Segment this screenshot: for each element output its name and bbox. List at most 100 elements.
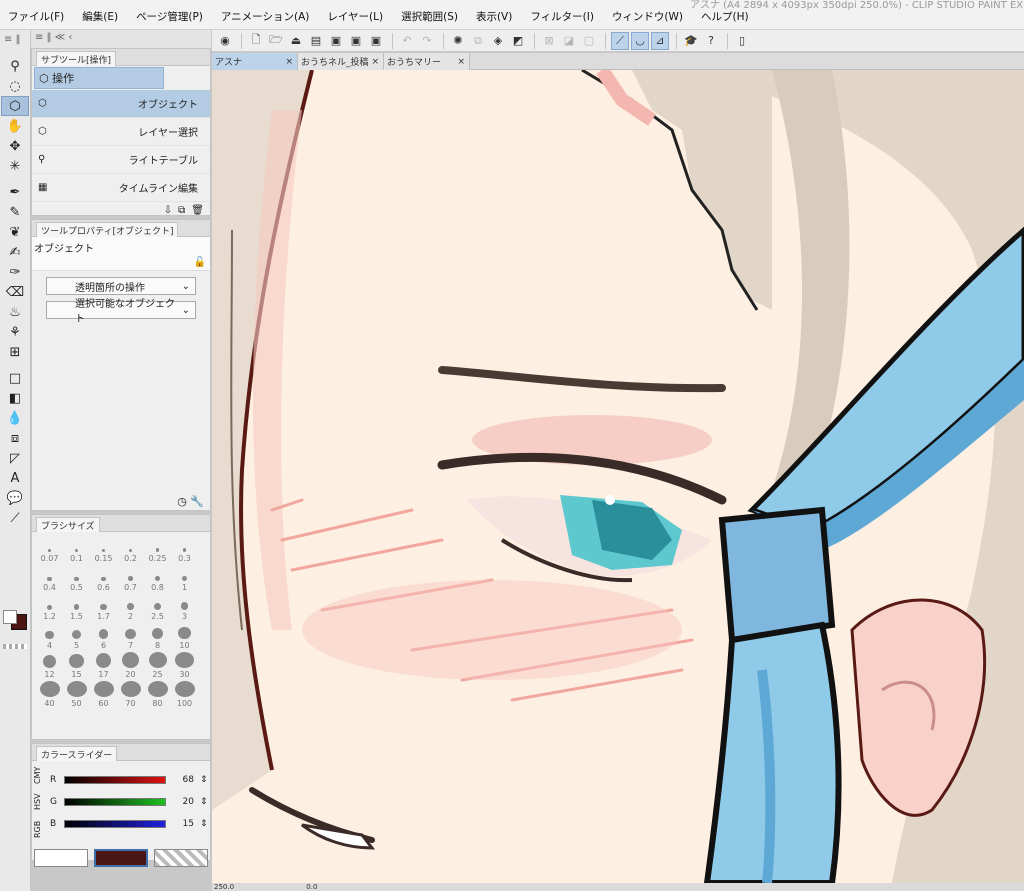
subtool-item-timeline-edit[interactable]: ▦ タイムライン編集 xyxy=(32,174,210,202)
redo-icon[interactable]: ↷ xyxy=(418,32,436,50)
hand-tool-icon[interactable]: ✋ xyxy=(1,116,29,136)
subtool-group[interactable]: ⬡ 操作 xyxy=(32,66,210,90)
brush-size-cell[interactable]: 8 xyxy=(144,623,171,650)
brush-size-cell[interactable]: 2 xyxy=(117,594,144,621)
brush-size-cell[interactable]: 40 xyxy=(36,681,63,708)
export-psd-icon[interactable]: ▣ xyxy=(367,32,385,50)
tab-brush-size[interactable]: ブラシサイズ xyxy=(36,516,100,532)
brush-size-cell[interactable]: 60 xyxy=(90,681,117,708)
brush-size-cell[interactable]: 0.25 xyxy=(144,536,171,563)
fill-tool-icon[interactable]: 💧 xyxy=(1,408,29,428)
mode-hsv[interactable]: HSV xyxy=(32,794,44,811)
transform-icon[interactable]: ⧉ xyxy=(469,32,487,50)
marker-tool-icon[interactable]: ✑ xyxy=(1,262,29,282)
brush-size-cell[interactable]: 0.2 xyxy=(117,536,144,563)
slider-g-track[interactable] xyxy=(64,798,166,806)
menu-help[interactable]: ヘルプ(H) xyxy=(701,9,749,24)
brush-size-cell[interactable]: 17 xyxy=(90,652,117,679)
snap-special-ruler-icon[interactable]: ◡ xyxy=(631,31,649,50)
doc-tab-neru[interactable]: おうちネル_投稿 × xyxy=(298,53,384,70)
undo-icon[interactable]: ↶ xyxy=(398,32,416,50)
brush-size-cell[interactable]: 25 xyxy=(144,652,171,679)
export-png-icon[interactable]: ▣ xyxy=(327,32,345,50)
tab-tool-property[interactable]: ツールプロパティ[オブジェクト] xyxy=(36,221,179,237)
brush-size-cell[interactable]: 20 xyxy=(117,652,144,679)
slider-r[interactable]: R 68 ⇕ xyxy=(44,769,208,791)
import-icon[interactable]: ⇩ xyxy=(164,205,172,216)
brush-size-cell[interactable]: 80 xyxy=(144,681,171,708)
duplicate-icon[interactable]: ⧉ xyxy=(178,205,185,216)
help-icon[interactable]: ? xyxy=(702,32,720,50)
menu-view[interactable]: 表示(V) xyxy=(476,9,512,24)
transparent-swatch[interactable] xyxy=(3,644,27,649)
stepper-icon[interactable]: ⇕ xyxy=(200,775,208,785)
brush-size-cell[interactable]: 7 xyxy=(117,623,144,650)
magic-wand-icon[interactable]: ✳ xyxy=(1,156,29,176)
menu-page[interactable]: ページ管理(P) xyxy=(136,9,203,24)
snap-grid-icon[interactable]: ⊿ xyxy=(651,31,669,50)
angle-value[interactable]: 0.0 xyxy=(306,883,317,891)
3d-tool-icon[interactable]: ⊞ xyxy=(1,342,29,362)
color-selector[interactable] xyxy=(1,610,29,650)
transparent-color-button[interactable] xyxy=(154,849,208,867)
brush-size-cell[interactable]: 0.07 xyxy=(36,536,63,563)
save-icon[interactable]: ⏏ xyxy=(287,32,305,50)
zoom-tool-icon[interactable]: ⚲ xyxy=(1,56,29,76)
menu-layer[interactable]: レイヤー(L) xyxy=(327,9,383,24)
subtool-item-light-table[interactable]: ⚲ ライトテーブル xyxy=(32,146,210,174)
brush-size-cell[interactable]: 5 xyxy=(63,623,90,650)
slider-g[interactable]: G 20 ⇕ xyxy=(44,791,208,813)
eyedropper-tool-icon[interactable]: ⟋ xyxy=(1,508,29,528)
canvas[interactable] xyxy=(212,70,1024,883)
brush-size-cell[interactable]: 50 xyxy=(63,681,90,708)
doc-tab-asuna[interactable]: アスナ × xyxy=(212,53,298,70)
menu-filter[interactable]: フィルター(I) xyxy=(530,9,594,24)
brush-size-cell[interactable]: 0.15 xyxy=(90,536,117,563)
menu-animation[interactable]: アニメーション(A) xyxy=(221,9,309,24)
brush-size-cell[interactable]: 0.5 xyxy=(63,565,90,592)
slider-r-track[interactable] xyxy=(64,776,166,784)
subtool-item-object[interactable]: ⬡ オブジェクト xyxy=(32,90,210,118)
lasso-tool-icon[interactable]: ◌ xyxy=(1,76,29,96)
slider-b-track[interactable] xyxy=(64,820,166,828)
reset-icon[interactable]: ◷ xyxy=(177,495,187,508)
brush-size-cell[interactable]: 4 xyxy=(36,623,63,650)
ink-tool-icon[interactable]: ✍ xyxy=(1,242,29,262)
trash-icon[interactable]: 🗑 xyxy=(191,205,204,216)
slider-b[interactable]: B 15 ⇕ xyxy=(44,813,208,835)
brush-size-cell[interactable]: 10 xyxy=(171,623,198,650)
text-tool-icon[interactable]: A xyxy=(1,468,29,488)
panel-collapse-controls[interactable]: ≡ ‖ ≪ ‹ xyxy=(31,30,211,48)
brush-tool-icon[interactable]: ❦ xyxy=(1,222,29,242)
export-icon[interactable]: ▤ xyxy=(307,32,325,50)
invert-selection-icon[interactable]: ◪ xyxy=(560,32,578,50)
subtool-item-layer-select[interactable]: ⬡ レイヤー選択 xyxy=(32,118,210,146)
doc-tab-mari[interactable]: おうちマリー × xyxy=(384,53,470,70)
sub-color-button[interactable] xyxy=(34,849,88,867)
learn-icon[interactable]: 🎓 xyxy=(682,32,700,50)
dropdown-transparent-operation[interactable]: 透明箇所の操作 ⌄ xyxy=(46,277,196,295)
menu-edit[interactable]: 編集(E) xyxy=(82,9,118,24)
dropdown-selectable-objects[interactable]: 選択可能なオブジェクト ⌄ xyxy=(46,299,196,325)
brush-size-cell[interactable]: 0.1 xyxy=(63,536,90,563)
stepper-icon[interactable]: ⇕ xyxy=(200,819,208,829)
brush-size-cell[interactable]: 0.8 xyxy=(144,565,171,592)
brush-size-cell[interactable]: 1.5 xyxy=(63,594,90,621)
brush-size-cell[interactable]: 70 xyxy=(117,681,144,708)
snap-ruler-icon[interactable]: ⟋ xyxy=(611,31,629,50)
frame-tool-icon[interactable]: ⧈ xyxy=(1,428,29,448)
brush-size-cell[interactable]: 1 xyxy=(171,565,198,592)
tone-icon[interactable]: ◩ xyxy=(509,32,527,50)
operation-tool-icon[interactable]: ⬡ xyxy=(1,96,29,116)
export-jpg-icon[interactable]: ▣ xyxy=(347,32,365,50)
close-icon[interactable]: × xyxy=(457,57,465,67)
zoom-value[interactable]: 250.0 xyxy=(214,883,234,891)
brush-size-cell[interactable]: 12 xyxy=(36,652,63,679)
pen-tool-icon[interactable]: ✒ xyxy=(1,182,29,202)
brush-size-cell[interactable]: 0.3 xyxy=(171,536,198,563)
mode-rgb[interactable]: RGB xyxy=(32,821,44,838)
lock-icon[interactable]: 🔓 xyxy=(194,257,206,268)
close-icon[interactable]: × xyxy=(285,57,293,67)
smartphone-icon[interactable]: ▯ xyxy=(733,32,751,50)
brush-size-cell[interactable]: 6 xyxy=(90,623,117,650)
